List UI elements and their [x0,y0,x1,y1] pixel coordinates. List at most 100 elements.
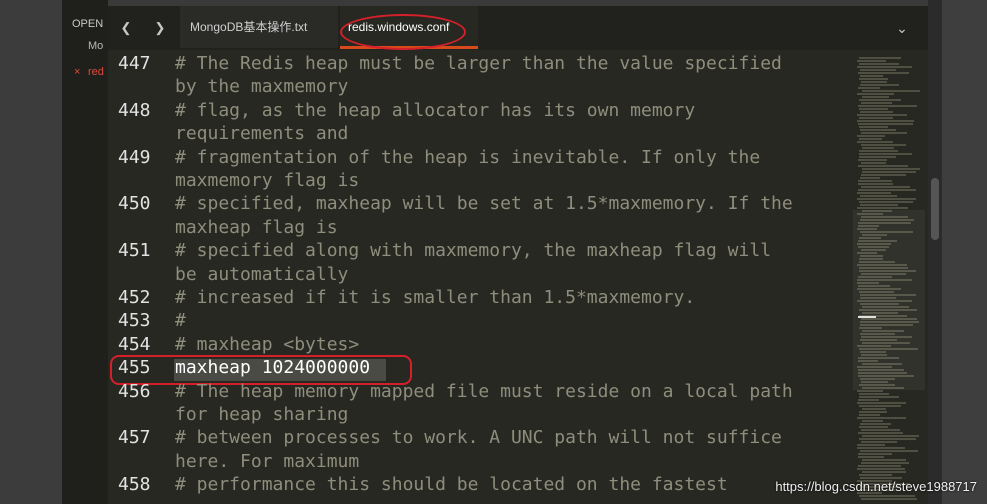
minimap-line [860,450,918,452]
minimap-line [858,189,916,191]
minimap-line [859,150,898,152]
minimap-line [859,438,916,440]
minimap-line [857,135,885,137]
code-line[interactable]: # The Redis heap must be larger than the… [175,53,782,74]
code-line[interactable]: here. For maximum [175,451,359,472]
line-number: 450 [118,193,151,215]
minimap-line [858,399,879,401]
line-number: 457 [118,427,151,449]
chevron-left-icon[interactable]: ❮ [112,14,140,42]
minimap-line [858,159,887,161]
right-backdrop [942,0,987,504]
minimap-line [861,462,909,464]
line-number: 452 [118,287,151,308]
minimap-cursor-marker [858,316,876,318]
minimap-line [859,108,888,110]
line-number: 451 [118,240,151,262]
minimap-line [859,117,893,119]
minimap-line [858,87,880,89]
code-line[interactable]: # specified along with maxmemory, the ma… [175,240,771,261]
minimap-line [857,417,906,419]
minimap-line [861,429,900,431]
minimap-line [860,177,880,179]
minimap-line [860,69,896,71]
minimap-line [860,111,893,113]
minimap-line [857,93,894,95]
minimap-line [859,414,880,416]
code-line[interactable]: # increased if it is smaller than 1.5*ma… [175,287,695,308]
code-line[interactable]: # The heap memory mapped file must resid… [175,381,793,402]
vertical-scrollbar[interactable] [928,0,942,504]
minimap-line [857,66,912,68]
minimap-line [861,81,887,83]
minimap-line [862,147,894,149]
minimap-line [860,84,899,86]
minimap-line [857,120,914,122]
code-line[interactable]: for heap sharing [175,404,348,425]
code-editor[interactable]: 447 # The Redis heap must be larger than … [108,50,928,504]
code-line[interactable]: # flag, as the heap allocator has its ow… [175,100,695,121]
minimap-line [861,441,897,443]
minimap-line [862,96,889,98]
minimap-line [859,396,899,398]
minimap-line [861,102,892,104]
minimap-line [857,390,883,392]
minimap-line [862,420,883,422]
minimap-line [861,174,906,176]
code-line[interactable]: # performance this should be located on … [175,474,728,495]
code-line[interactable]: # between processes to work. A UNC path … [175,427,782,448]
tab-bar: ❮ ❯ MongoDB基本操作.txt redis.windows.conf ⌄ [108,6,928,50]
minimap-line [862,168,920,170]
tab-annotation-ellipse [340,14,466,50]
open-files-header: OPEN [72,18,104,30]
minimap-line [861,162,886,164]
active-code-line[interactable]: maxheap 1024000000 [175,357,370,378]
code-line[interactable]: be automatically [175,264,348,285]
minimap-line [859,411,887,413]
minimap-line [858,123,913,125]
code-line[interactable]: # specified, maxheap will be set at 1.5*… [175,193,793,214]
minimap-line [858,465,901,467]
close-icon[interactable]: × [74,66,80,78]
chevron-down-icon[interactable]: ⌄ [890,14,914,42]
line-number: 454 [118,333,151,355]
open-file-item-redis[interactable]: red [88,66,104,78]
chevron-right-icon[interactable]: ❯ [146,14,174,42]
minimap-line [858,453,892,455]
open-file-item-mongo[interactable]: Mo [88,40,103,52]
code-line[interactable]: maxheap flag is [175,217,338,238]
code-line[interactable]: maxmemory flag is [175,170,359,191]
minimap-line [858,456,884,458]
minimap-line [859,138,882,140]
minimap-line [857,447,905,449]
minimap-line [859,126,888,128]
minimap-line [862,471,906,473]
tab-mongodb-label: MongoDB基本操作.txt [190,20,308,34]
line-number: 453 [118,310,151,332]
code-line[interactable]: by the maxmemory [175,76,348,97]
code-line[interactable]: # fragmentation of the heap is inevitabl… [175,147,760,168]
minimap-line [857,192,891,194]
minimap-line [858,72,909,74]
line-number: 449 [118,146,151,168]
scrollbar-thumb[interactable] [931,178,939,240]
minimap-line [860,75,883,77]
tab-mongodb[interactable]: MongoDB基本操作.txt [180,6,338,48]
minimap-line [858,183,893,185]
minimap-line [862,171,916,173]
minimap-line [859,426,888,428]
code-line[interactable]: # maxheap <bytes> [175,334,359,355]
minimap-line [858,432,903,434]
minimap-viewport[interactable] [853,210,925,390]
minimap-line [860,195,897,197]
code-line[interactable]: # [175,310,186,331]
line-number: 448 [118,99,151,121]
minimap-line [857,198,916,200]
minimap-line [861,132,907,134]
code-line[interactable]: requirements and [175,123,348,144]
minimap-line [859,495,915,497]
minimap-line [857,207,908,209]
watermark: https://blog.csdn.net/steve1988717 [775,479,977,494]
minimap-line [862,408,886,410]
minimap-line [858,105,917,107]
